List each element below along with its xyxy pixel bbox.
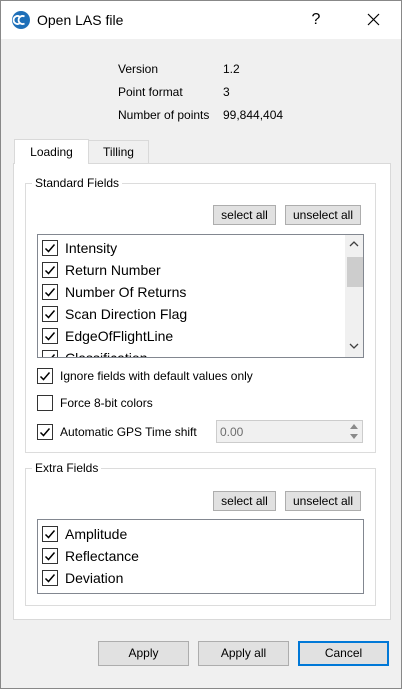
checkbox[interactable]: [42, 240, 58, 256]
field-label: Deviation: [65, 570, 124, 586]
checkmark-icon: [44, 266, 56, 275]
checkbox[interactable]: [42, 262, 58, 278]
gps-shift-value[interactable]: 0.00: [220, 425, 243, 439]
checkmark-icon: [44, 310, 56, 319]
point-format-label: Point format: [118, 85, 183, 99]
field-label: Classification: [65, 350, 148, 358]
checkmark-icon: [44, 244, 56, 253]
window-title: Open LAS file: [37, 12, 124, 28]
standard-fields-title: Standard Fields: [32, 176, 123, 190]
force-8bit-label: Force 8-bit colors: [60, 396, 153, 410]
ignore-default-label: Ignore fields with default values only: [60, 369, 253, 383]
field-label: EdgeOfFlightLine: [65, 328, 174, 344]
checkmark-icon: [39, 428, 51, 437]
extra-fields-title: Extra Fields: [32, 461, 102, 475]
scroll-down-icon[interactable]: [349, 343, 359, 349]
checkmark-icon: [44, 574, 56, 583]
gps-shift-label: Automatic GPS Time shift: [60, 425, 197, 439]
spin-down-icon[interactable]: [350, 434, 358, 439]
field-label: Reflectance: [65, 548, 139, 564]
apply-all-button[interactable]: Apply all: [198, 641, 289, 666]
field-label: Number Of Returns: [65, 284, 187, 300]
number-of-points-label: Number of points: [118, 108, 210, 122]
gps-shift-checkbox[interactable]: [37, 424, 53, 440]
spin-arrows[interactable]: [346, 421, 362, 442]
standard-unselect-all-button[interactable]: unselect all: [285, 205, 361, 225]
field-label: Amplitude: [65, 526, 128, 542]
version-value: 1.2: [223, 62, 240, 76]
field-label: Intensity: [65, 240, 118, 256]
list-scrollbar[interactable]: [345, 235, 363, 357]
checkbox[interactable]: [42, 328, 58, 344]
scroll-up-icon[interactable]: [349, 241, 359, 247]
open-las-dialog: Open LAS file ? Version 1.2 Point format…: [0, 0, 402, 689]
extra-unselect-all-button[interactable]: unselect all: [285, 491, 361, 511]
checkbox[interactable]: [42, 350, 58, 357]
extra-fields-list[interactable]: Amplitude Reflectance Deviation: [37, 519, 364, 594]
cloudcompare-logo-icon: [12, 11, 30, 29]
scroll-thumb[interactable]: [347, 257, 363, 287]
extra-select-all-button[interactable]: select all: [213, 491, 276, 511]
force-8bit-checkbox[interactable]: [37, 395, 53, 411]
close-icon: [367, 13, 379, 26]
standard-select-all-button[interactable]: select all: [213, 205, 276, 225]
standard-fields-list[interactable]: Intensity Return Number Number Of Return…: [37, 234, 364, 358]
help-button[interactable]: ?: [299, 1, 333, 39]
ignore-default-checkbox[interactable]: [37, 368, 53, 384]
checkmark-icon: [51, 354, 56, 357]
checkmark-icon: [44, 552, 56, 561]
checkmark-icon: [44, 332, 56, 341]
tab-tilling[interactable]: Tilling: [89, 140, 149, 164]
tab-loading[interactable]: Loading: [14, 139, 89, 164]
spin-up-icon[interactable]: [350, 424, 358, 429]
field-label: Scan Direction Flag: [65, 306, 188, 322]
checkmark-icon: [44, 530, 56, 539]
gps-shift-spinbox[interactable]: 0.00: [216, 420, 363, 443]
title-bar[interactable]: Open LAS file ?: [1, 1, 401, 39]
apply-button[interactable]: Apply: [98, 641, 189, 666]
checkbox[interactable]: [42, 548, 58, 564]
checkbox[interactable]: [42, 570, 58, 586]
checkmark-icon: [39, 372, 51, 381]
checkbox[interactable]: [42, 526, 58, 542]
close-button[interactable]: [355, 1, 391, 39]
field-label: Return Number: [65, 262, 161, 278]
number-of-points-value: 99,844,404: [223, 108, 284, 122]
checkbox[interactable]: [42, 306, 58, 322]
version-label: Version: [118, 62, 159, 76]
cancel-button[interactable]: Cancel: [298, 641, 389, 666]
point-format-value: 3: [223, 85, 230, 99]
checkmark-icon: [44, 288, 56, 297]
checkbox[interactable]: [42, 284, 58, 300]
